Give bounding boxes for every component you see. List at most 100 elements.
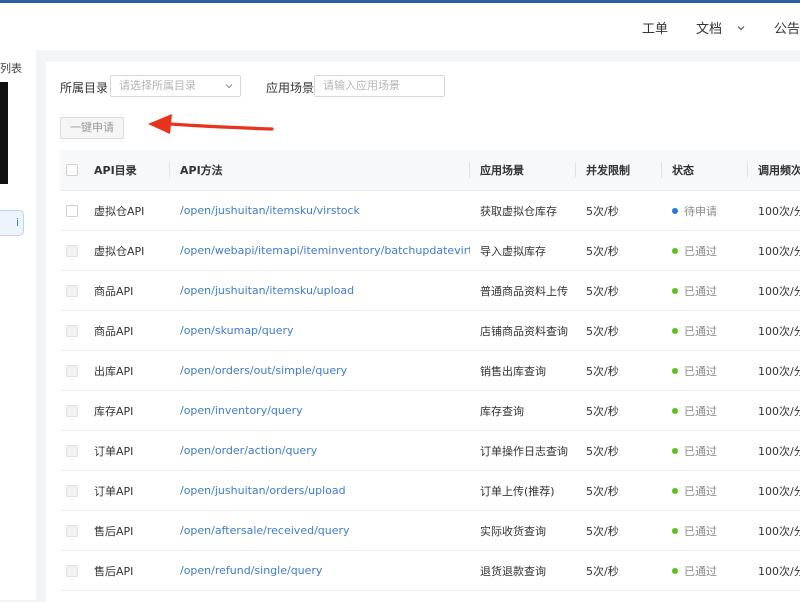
cell-scene: 店铺商品资料查询 bbox=[470, 310, 576, 351]
status-badge: 已通过 bbox=[672, 283, 748, 299]
table-body: 虚拟仓API/open/jushuitan/itemsku/virstock 获取… bbox=[60, 190, 800, 591]
status-badge: 已通过 bbox=[672, 323, 748, 339]
cell-limit: 5次/秒 bbox=[576, 390, 662, 431]
status-text: 待申请 bbox=[684, 204, 717, 218]
cell-scene: 实际收货查询 bbox=[470, 510, 576, 551]
sidebar-title: 列表 bbox=[0, 62, 22, 75]
scene-input[interactable]: 请输入应用场景 bbox=[314, 75, 445, 97]
row-checkbox[interactable] bbox=[66, 564, 78, 577]
status-text: 已通过 bbox=[684, 284, 717, 298]
column-header: 应用场景 bbox=[470, 150, 576, 191]
cell-method-link[interactable]: /open/skumap/query bbox=[170, 310, 470, 351]
cell-frequency: 100次/分 bbox=[748, 230, 800, 271]
cell-method-link[interactable]: /open/aftersale/received/query bbox=[170, 510, 470, 551]
row-checkbox[interactable] bbox=[66, 404, 78, 417]
row-select-cell bbox=[60, 470, 84, 511]
row-checkbox[interactable] bbox=[66, 364, 78, 377]
cell-status: 已通过 bbox=[662, 350, 748, 391]
cell-limit: 5次/秒 bbox=[576, 430, 662, 471]
cell-category: 售后API bbox=[84, 510, 170, 551]
nav-item-tickets[interactable]: 工单 bbox=[642, 18, 668, 37]
cell-limit: 5次/秒 bbox=[576, 190, 662, 231]
cell-frequency: 100次/分 bbox=[748, 390, 800, 431]
chevron-down-icon bbox=[225, 84, 233, 89]
top-nav: 工单 文档 公告 bbox=[642, 18, 800, 37]
status-text: 已通过 bbox=[684, 244, 717, 258]
category-select-placeholder: 请选择所属目录 bbox=[119, 79, 196, 92]
table-row: 订单API/open/order/action/query 订单操作日志查询 5次/… bbox=[60, 430, 800, 471]
nav-item-label: 公告 bbox=[773, 22, 800, 37]
status-dot bbox=[672, 407, 678, 414]
chevron-down-icon bbox=[737, 25, 745, 30]
cell-method-link[interactable]: /open/jushuitan/orders/upload bbox=[170, 470, 470, 511]
nav-item-label: 文档 bbox=[695, 22, 722, 37]
row-checkbox[interactable] bbox=[66, 524, 78, 537]
category-select[interactable]: 请选择所属目录 bbox=[110, 75, 241, 97]
cell-status: 已通过 bbox=[662, 230, 748, 271]
cell-method-link[interactable]: /open/order/action/query bbox=[170, 430, 470, 471]
status-dot bbox=[672, 567, 678, 574]
cell-method-link[interactable]: /open/jushuitan/itemsku/virstock bbox=[170, 190, 470, 231]
scene-input-placeholder: 请输入应用场景 bbox=[323, 79, 400, 92]
status-text: 已通过 bbox=[684, 524, 717, 538]
cell-method-link[interactable]: /open/orders/out/simple/query bbox=[170, 350, 470, 391]
nav-item-docs[interactable]: 文档 bbox=[696, 18, 746, 37]
cell-status: 已通过 bbox=[662, 390, 748, 431]
status-dot bbox=[672, 527, 678, 534]
status-badge: 已通过 bbox=[672, 403, 748, 419]
status-dot bbox=[672, 207, 678, 214]
cell-scene: 订单上传(推荐) bbox=[470, 470, 576, 511]
row-select-cell bbox=[60, 310, 84, 351]
row-checkbox[interactable] bbox=[66, 324, 78, 337]
status-dot bbox=[672, 447, 678, 454]
cell-scene: 订单操作日志查询 bbox=[470, 430, 576, 471]
cell-category: 虚拟仓API bbox=[84, 230, 170, 271]
row-checkbox[interactable] bbox=[66, 484, 78, 497]
apply-all-button[interactable]: 一键申请 bbox=[60, 117, 124, 139]
status-dot bbox=[672, 327, 678, 334]
status-badge: 已通过 bbox=[672, 363, 748, 379]
cell-category: 订单API bbox=[84, 470, 170, 511]
cell-status: 已通过 bbox=[662, 470, 748, 511]
table-row: 虚拟仓API/open/webapi/itemapi/iteminventory… bbox=[60, 230, 800, 271]
cell-frequency: 100次/分 bbox=[748, 430, 800, 471]
cell-category: 商品API bbox=[84, 270, 170, 311]
row-select-cell bbox=[60, 230, 84, 271]
row-checkbox[interactable] bbox=[66, 204, 78, 217]
status-text: 已通过 bbox=[684, 364, 717, 378]
cell-method-link[interactable]: /open/jushuitan/itemsku/upload bbox=[170, 270, 470, 311]
table-row: 订单API/open/jushuitan/orders/upload 订单上传(推… bbox=[60, 470, 800, 511]
cell-status: 已通过 bbox=[662, 550, 748, 591]
status-badge: 已通过 bbox=[672, 483, 748, 499]
status-text: 已通过 bbox=[684, 564, 717, 578]
row-select-cell bbox=[60, 190, 84, 231]
column-header: 调用频次 bbox=[748, 150, 800, 191]
api-table: API目录 API方法 应用场景 并发限制 状态 调用频次 虚拟仓API/ope… bbox=[60, 150, 800, 591]
cell-method-link[interactable]: /open/inventory/query bbox=[170, 390, 470, 431]
status-text: 已通过 bbox=[684, 444, 717, 458]
row-checkbox[interactable] bbox=[66, 244, 78, 257]
cell-status: 待申请 bbox=[662, 190, 748, 231]
row-select-cell bbox=[60, 430, 84, 471]
cell-category: 出库API bbox=[84, 350, 170, 391]
column-header: 并发限制 bbox=[576, 150, 662, 191]
row-checkbox[interactable] bbox=[66, 284, 78, 297]
row-checkbox[interactable] bbox=[66, 444, 78, 457]
cell-limit: 5次/秒 bbox=[576, 510, 662, 551]
cell-category: 库存API bbox=[84, 390, 170, 431]
row-select-cell bbox=[60, 270, 84, 311]
cell-limit: 5次/秒 bbox=[576, 470, 662, 511]
select-all-checkbox[interactable] bbox=[66, 164, 78, 176]
nav-item-announcements[interactable]: 公告 bbox=[774, 18, 800, 37]
cell-method-link[interactable]: /open/webapi/itemapi/iteminventory/batch… bbox=[170, 230, 470, 271]
cell-frequency: 100次/分 bbox=[748, 550, 800, 591]
header-select-all[interactable] bbox=[60, 150, 84, 191]
row-select-cell bbox=[60, 510, 84, 551]
red-arrow-annotation bbox=[148, 114, 274, 134]
cell-limit: 5次/秒 bbox=[576, 550, 662, 591]
sidebar-item-active[interactable]: i bbox=[0, 210, 24, 236]
cell-category: 商品API bbox=[84, 310, 170, 351]
cell-limit: 5次/秒 bbox=[576, 350, 662, 391]
status-dot bbox=[672, 487, 678, 494]
cell-method-link[interactable]: /open/refund/single/query bbox=[170, 550, 470, 591]
